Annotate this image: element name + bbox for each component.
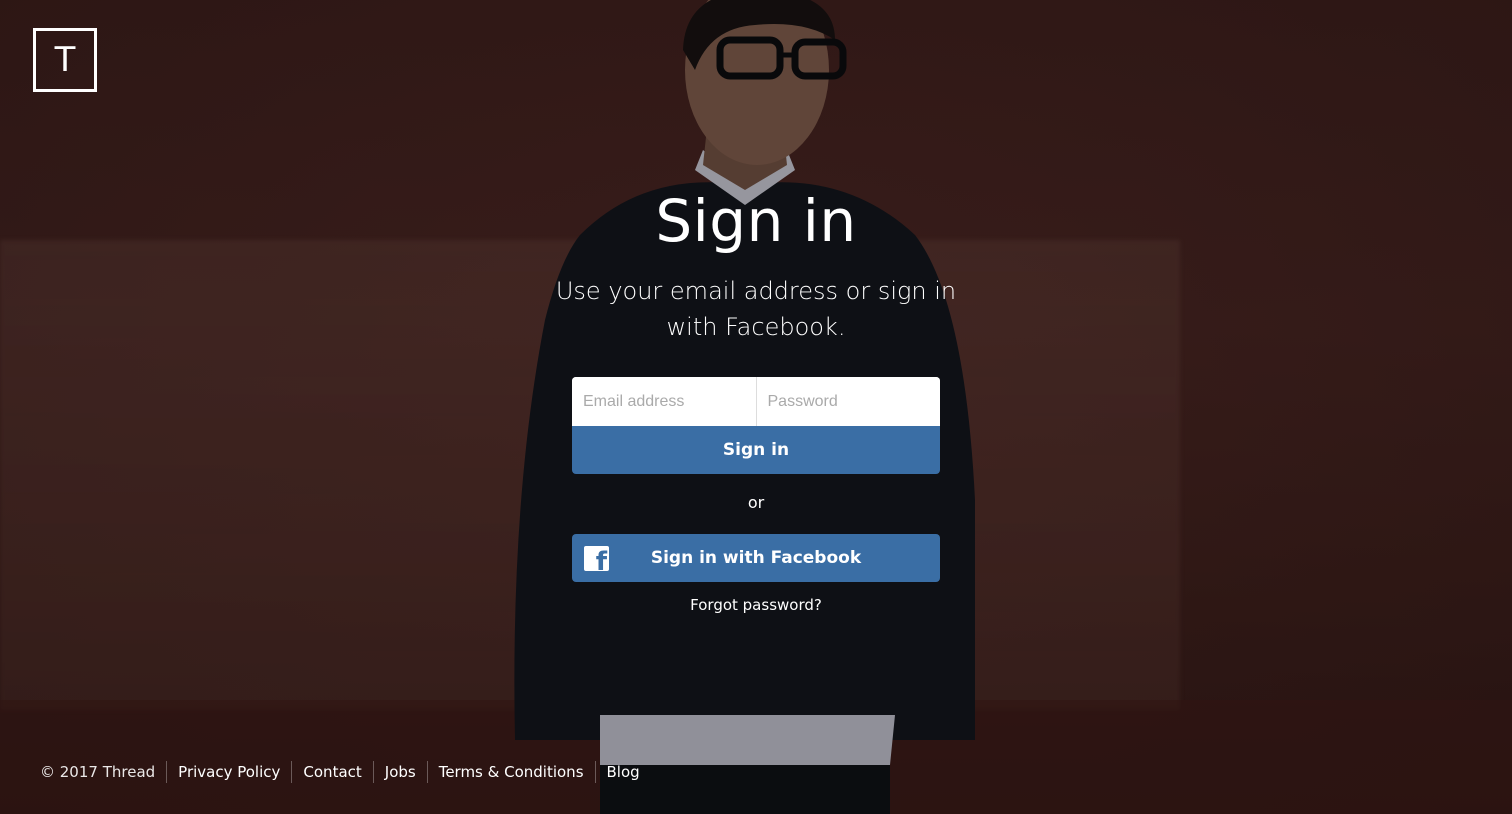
facebook-icon: f [584,546,609,571]
footer-divider [426,761,428,783]
logo-letter: T [54,40,76,80]
forgot-password-link[interactable]: Forgot password? [690,596,822,614]
credentials-row [572,377,940,426]
email-input[interactable] [572,377,756,426]
footer-divider [372,761,374,783]
footer-divider [291,761,293,783]
facebook-button-label: Sign in with Facebook [650,548,862,568]
footer-divider [594,761,596,783]
footer-link-privacy-policy[interactable]: Privacy Policy [178,762,280,782]
thread-logo[interactable]: T [33,28,97,92]
sign-in-button[interactable]: Sign in [572,426,940,474]
page-subtitle: Use your email address or sign in with F… [555,277,957,341]
sign-in-form: Sign in [572,377,940,474]
footer-link-jobs[interactable]: Jobs [385,762,416,782]
footer-link-terms[interactable]: Terms & Conditions [439,762,584,782]
password-input[interactable] [755,377,940,426]
sign-in-page: T Sign in Use your email address or sign… [0,0,1512,814]
or-divider: or [747,493,765,512]
footer: © 2017 Thread Privacy Policy Contact Job… [40,761,640,783]
footer-link-blog[interactable]: Blog [607,762,640,782]
sign-in-panel: Sign in Use your email address or sign i… [556,185,956,615]
page-title: Sign in [655,187,857,255]
footer-divider [166,761,168,783]
footer-link-contact[interactable]: Contact [303,762,361,782]
copyright-text: © 2017 Thread [40,763,156,781]
facebook-sign-in-button[interactable]: f Sign in with Facebook [572,534,940,582]
